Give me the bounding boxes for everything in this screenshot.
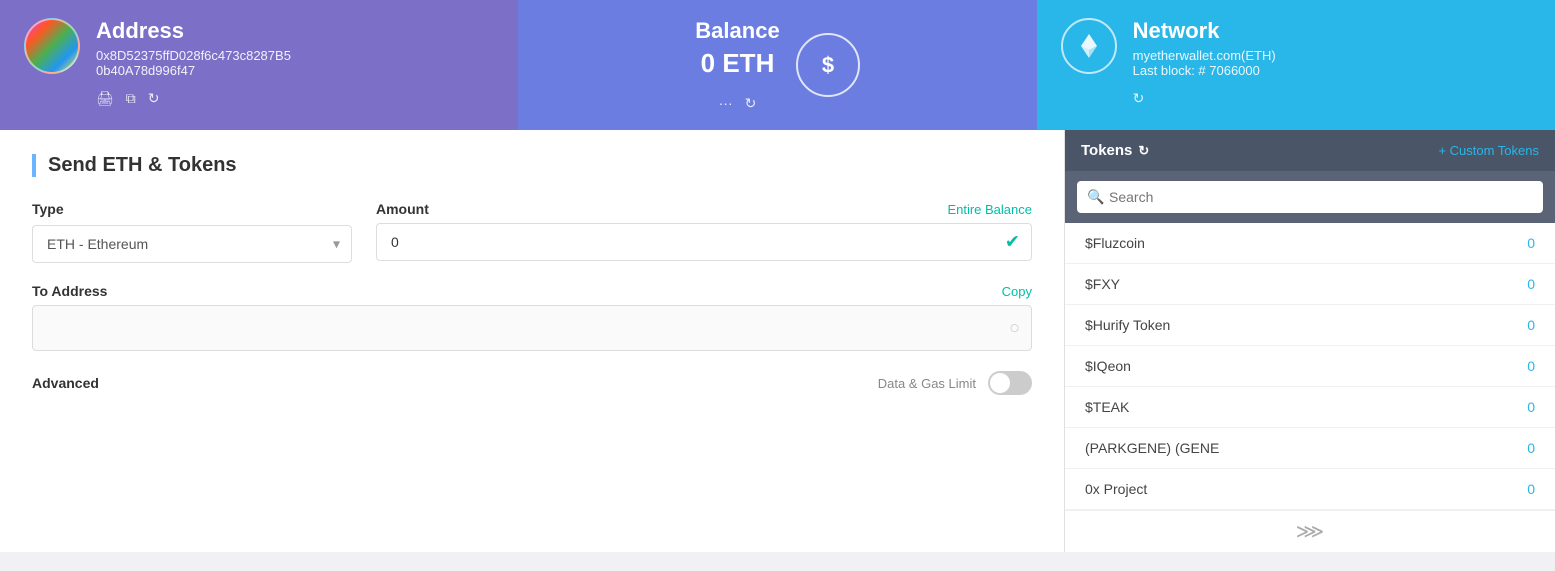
network-name: myetherwallet.com(ETH) bbox=[1133, 48, 1276, 63]
token-list-item[interactable]: $Hurify Token 0 bbox=[1065, 305, 1555, 346]
token-list-item[interactable]: $TEAK 0 bbox=[1065, 387, 1555, 428]
token-list-item[interactable]: $IQeon 0 bbox=[1065, 346, 1555, 387]
token-amount: 0 bbox=[1527, 276, 1535, 292]
address-line1: 0x8D52375ffD028f6c473c8287B5 bbox=[96, 48, 291, 63]
tokens-footer: ⋙ bbox=[1065, 510, 1555, 552]
token-name: $FXY bbox=[1085, 276, 1120, 292]
token-amount: 0 bbox=[1527, 317, 1535, 333]
token-list-item[interactable]: $Fluzcoin 0 bbox=[1065, 223, 1555, 264]
dollar-circle-icon: $ bbox=[796, 33, 860, 97]
address-status-icon: ○ bbox=[1009, 318, 1020, 339]
copy-address-icon[interactable]: ⧉ bbox=[126, 90, 136, 107]
network-card: Network myetherwallet.com(ETH) Last bloc… bbox=[1037, 0, 1555, 130]
token-name: 0x Project bbox=[1085, 481, 1147, 497]
token-list-item[interactable]: (PARKGENE) (GENE 0 bbox=[1065, 428, 1555, 469]
token-name: $Fluzcoin bbox=[1085, 235, 1145, 251]
load-more-icon[interactable]: ⋙ bbox=[1296, 519, 1324, 544]
token-name: $TEAK bbox=[1085, 399, 1129, 415]
eth-network-icon bbox=[1061, 18, 1117, 74]
balance-value: 0 ETH bbox=[695, 48, 779, 79]
search-icon: 🔍 bbox=[1087, 189, 1104, 206]
refresh-network-icon[interactable]: ↻ bbox=[1133, 90, 1145, 107]
to-address-input[interactable] bbox=[32, 305, 1032, 351]
token-name: $IQeon bbox=[1085, 358, 1131, 374]
copy-link[interactable]: Copy bbox=[1002, 284, 1032, 299]
token-name: $Hurify Token bbox=[1085, 317, 1170, 333]
tokens-search-bar: 🔍 bbox=[1065, 171, 1555, 223]
amount-label: Amount bbox=[376, 201, 429, 217]
balance-card: Balance 0 ETH ··· ↻ $ bbox=[518, 0, 1036, 130]
type-select[interactable]: ETH - Ethereum bbox=[32, 225, 352, 263]
to-address-label: To Address bbox=[32, 283, 107, 299]
print-icon[interactable]: 🖨 bbox=[96, 90, 114, 107]
tokens-title-text: Tokens bbox=[1081, 142, 1132, 159]
entire-balance-link[interactable]: Entire Balance bbox=[947, 202, 1032, 217]
advanced-label: Advanced bbox=[32, 375, 99, 391]
tokens-header: Tokens ↻ + Custom Tokens bbox=[1065, 130, 1555, 171]
balance-card-title: Balance bbox=[695, 18, 779, 44]
address-card: Address 0x8D52375ffD028f6c473c8287B5 0b4… bbox=[0, 0, 518, 130]
address-line2: 0b40A78d996f47 bbox=[96, 63, 291, 78]
token-list-item[interactable]: 0x Project 0 bbox=[1065, 469, 1555, 510]
last-block: Last block: # 7066000 bbox=[1133, 63, 1276, 78]
token-amount: 0 bbox=[1527, 481, 1535, 497]
send-panel: Send ETH & Tokens Type ETH - Ethereum Am… bbox=[0, 130, 1065, 552]
refresh-address-icon[interactable]: ↻ bbox=[148, 90, 160, 107]
tokens-search-input[interactable] bbox=[1077, 181, 1543, 213]
token-list: $Fluzcoin 0 $FXY 0 $Hurify Token 0 $IQeo… bbox=[1065, 223, 1555, 510]
avatar bbox=[24, 18, 80, 74]
gas-limit-toggle[interactable] bbox=[988, 371, 1032, 395]
token-name: (PARKGENE) (GENE bbox=[1085, 440, 1219, 456]
check-icon: ✔ bbox=[1005, 232, 1020, 253]
amount-input[interactable] bbox=[376, 223, 1032, 261]
more-options-icon[interactable]: ··· bbox=[719, 95, 733, 112]
token-amount: 0 bbox=[1527, 358, 1535, 374]
svg-text:$: $ bbox=[822, 52, 834, 77]
tokens-panel: Tokens ↻ + Custom Tokens 🔍 $Fluzcoin 0 $… bbox=[1065, 130, 1555, 552]
gas-limit-label: Data & Gas Limit bbox=[878, 376, 976, 391]
address-card-title: Address bbox=[96, 18, 291, 44]
type-label: Type bbox=[32, 201, 352, 217]
token-amount: 0 bbox=[1527, 235, 1535, 251]
network-card-title: Network bbox=[1133, 18, 1276, 44]
token-amount: 0 bbox=[1527, 440, 1535, 456]
refresh-tokens-icon[interactable]: ↻ bbox=[1138, 143, 1149, 159]
refresh-balance-icon[interactable]: ↻ bbox=[745, 95, 757, 112]
custom-tokens-link[interactable]: + Custom Tokens bbox=[1438, 143, 1539, 158]
send-panel-title: Send ETH & Tokens bbox=[32, 154, 1032, 177]
token-list-item[interactable]: $FXY 0 bbox=[1065, 264, 1555, 305]
token-amount: 0 bbox=[1527, 399, 1535, 415]
